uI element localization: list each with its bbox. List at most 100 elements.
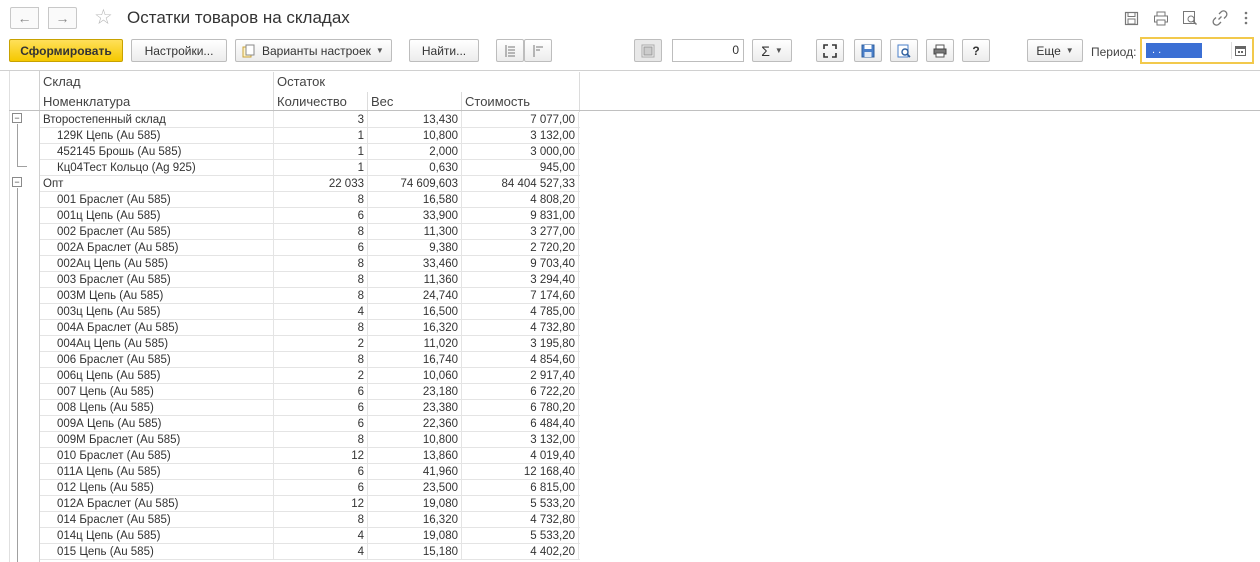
favorite-star-icon[interactable]: ☆: [94, 5, 113, 30]
weight-cell: 19,080: [368, 528, 462, 544]
table-row[interactable]: 009М Браслет (Au 585) 8 10,800 3 132,00: [40, 432, 580, 448]
qty-cell: 8: [274, 272, 368, 288]
cell-settings-button[interactable]: [634, 39, 662, 62]
print-icon: [933, 44, 947, 57]
table-row[interactable]: 007 Цепь (Au 585) 6 23,180 6 722,20: [40, 384, 580, 400]
weight-cell: 13,860: [368, 448, 462, 464]
weight-cell: 23,380: [368, 400, 462, 416]
table-row[interactable]: 001 Браслет (Au 585) 8 16,580 4 808,20: [40, 192, 580, 208]
cost-cell: 2 720,20: [462, 240, 579, 256]
save-report-button[interactable]: [854, 39, 882, 62]
save-icon[interactable]: [1121, 8, 1141, 28]
sum-value-field[interactable]: 0: [672, 39, 744, 62]
back-button[interactable]: ←: [10, 7, 39, 29]
qty-cell: 22 033: [274, 176, 368, 192]
table-row[interactable]: 009А Цепь (Au 585) 6 22,360 6 484,40: [40, 416, 580, 432]
table-row[interactable]: Кц04Тест Кольцо (Ag 925) 1 0,630 945,00: [40, 160, 580, 176]
header-separator: [9, 110, 1260, 111]
table-row[interactable]: 002А Браслет (Au 585) 6 9,380 2 720,20: [40, 240, 580, 256]
item-name-cell: 014ц Цепь (Au 585): [40, 528, 274, 544]
print-preview-icon: [897, 44, 911, 58]
qty-cell: 4: [274, 304, 368, 320]
weight-cell: 9,380: [368, 240, 462, 256]
table-row[interactable]: 004А Браслет (Au 585) 8 16,320 4 732,80: [40, 320, 580, 336]
item-name-cell: Кц04Тест Кольцо (Ag 925): [40, 160, 274, 176]
table-row[interactable]: 006 Браслет (Au 585) 8 16,740 4 854,60: [40, 352, 580, 368]
weight-cell: 11,020: [368, 336, 462, 352]
report-spreadsheet[interactable]: Склад Остаток Номенклатура Количество Ве…: [0, 70, 1260, 562]
weight-cell: 16,320: [368, 512, 462, 528]
table-row[interactable]: 002Ац Цепь (Au 585) 8 33,460 9 703,40: [40, 256, 580, 272]
variants-icon: [242, 44, 256, 58]
sum-button[interactable]: Σ ▼: [752, 39, 792, 62]
fullscreen-button[interactable]: [816, 39, 844, 62]
settings-variants-button[interactable]: Варианты настроек ▼: [235, 39, 392, 62]
table-row[interactable]: 008 Цепь (Au 585) 6 23,380 6 780,20: [40, 400, 580, 416]
collapse-group-icon[interactable]: −: [12, 113, 22, 123]
qty-cell: 12: [274, 496, 368, 512]
cost-cell: 3 195,80: [462, 336, 579, 352]
forward-button[interactable]: →: [48, 7, 77, 29]
group-row[interactable]: Второстепенный склад 3 13,430 7 077,00: [40, 112, 580, 128]
tree-line: [17, 166, 27, 167]
item-name-cell: 001 Браслет (Au 585): [40, 192, 274, 208]
link-icon[interactable]: [1210, 8, 1230, 28]
print-preview-button[interactable]: [890, 39, 918, 62]
cost-cell: 3 294,40: [462, 272, 579, 288]
more-vertical-icon[interactable]: [1236, 8, 1256, 28]
weight-cell: 33,460: [368, 256, 462, 272]
collapse-group-icon[interactable]: −: [12, 177, 22, 187]
weight-cell: 16,740: [368, 352, 462, 368]
period-input[interactable]: . .: [1140, 37, 1254, 64]
header-weight: Вес: [368, 92, 462, 112]
fullscreen-icon: [823, 43, 837, 58]
more-button[interactable]: Еще ▼: [1027, 39, 1083, 62]
item-name-cell: 002Ац Цепь (Au 585): [40, 256, 274, 272]
generate-button[interactable]: Сформировать: [9, 39, 123, 62]
find-button[interactable]: Найти...: [409, 39, 479, 62]
weight-cell: 2,000: [368, 144, 462, 160]
qty-cell: 12: [274, 448, 368, 464]
table-row[interactable]: 014 Браслет (Au 585) 8 16,320 4 732,80: [40, 512, 580, 528]
expand-groups-button[interactable]: [496, 39, 524, 62]
item-name-cell: 004Ац Цепь (Au 585): [40, 336, 274, 352]
item-name-cell: Второстепенный склад: [40, 112, 274, 128]
print-icon[interactable]: [1151, 8, 1171, 28]
table-row[interactable]: 015 Цепь (Au 585) 4 15,180 4 402,20: [40, 544, 580, 560]
calendar-icon[interactable]: [1231, 42, 1249, 59]
table-row[interactable]: 012А Браслет (Au 585) 12 19,080 5 533,20: [40, 496, 580, 512]
table-row[interactable]: 003М Цепь (Au 585) 8 24,740 7 174,60: [40, 288, 580, 304]
table-row[interactable]: 012 Цепь (Au 585) 6 23,500 6 815,00: [40, 480, 580, 496]
table-row[interactable]: 129К Цепь (Au 585) 1 10,800 3 132,00: [40, 128, 580, 144]
cost-cell: 4 019,40: [462, 448, 579, 464]
table-row[interactable]: 003ц Цепь (Au 585) 4 16,500 4 785,00: [40, 304, 580, 320]
cost-cell: 4 402,20: [462, 544, 579, 560]
cost-cell: 5 533,20: [462, 528, 579, 544]
qty-cell: 6: [274, 480, 368, 496]
collapse-groups-button[interactable]: [524, 39, 552, 62]
table-row[interactable]: 014ц Цепь (Au 585) 4 19,080 5 533,20: [40, 528, 580, 544]
preview-icon[interactable]: [1180, 8, 1200, 28]
table-row[interactable]: 002 Браслет (Au 585) 8 11,300 3 277,00: [40, 224, 580, 240]
print-button[interactable]: [926, 39, 954, 62]
item-name-cell: 452145 Брошь (Au 585): [40, 144, 274, 160]
item-name-cell: 003 Браслет (Au 585): [40, 272, 274, 288]
table-row[interactable]: 452145 Брошь (Au 585) 1 2,000 3 000,00: [40, 144, 580, 160]
collapse-groups-icon: [533, 44, 543, 57]
help-button[interactable]: ?: [962, 39, 990, 62]
table-row[interactable]: 010 Браслет (Au 585) 12 13,860 4 019,40: [40, 448, 580, 464]
table-row[interactable]: 001ц Цепь (Au 585) 6 33,900 9 831,00: [40, 208, 580, 224]
table-row[interactable]: 006ц Цепь (Au 585) 2 10,060 2 917,40: [40, 368, 580, 384]
table-row[interactable]: 011А Цепь (Au 585) 6 41,960 12 168,40: [40, 464, 580, 480]
item-name-cell: 007 Цепь (Au 585): [40, 384, 274, 400]
item-name-cell: 003М Цепь (Au 585): [40, 288, 274, 304]
settings-button[interactable]: Настройки...: [131, 39, 227, 62]
qty-cell: 6: [274, 208, 368, 224]
weight-cell: 16,580: [368, 192, 462, 208]
table-row[interactable]: 003 Браслет (Au 585) 8 11,360 3 294,40: [40, 272, 580, 288]
table-row[interactable]: 004Ац Цепь (Au 585) 2 11,020 3 195,80: [40, 336, 580, 352]
help-icon: ?: [972, 43, 980, 58]
cost-cell: 7 077,00: [462, 112, 579, 128]
group-row[interactable]: Опт 22 033 74 609,603 84 404 527,33: [40, 176, 580, 192]
tree-line: [17, 124, 18, 166]
